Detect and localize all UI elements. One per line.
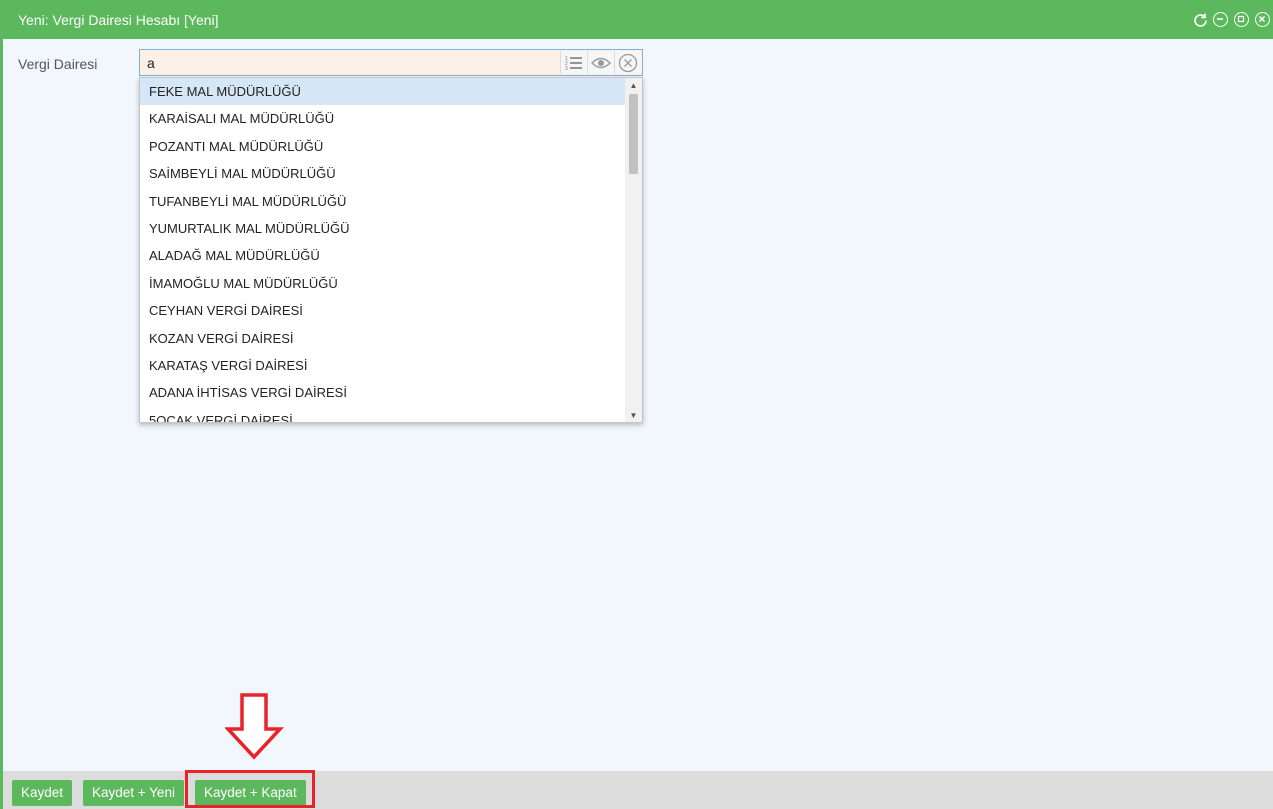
dropdown-option[interactable]: SAİMBEYLİ MAL MÜDÜRLÜĞÜ — [140, 160, 625, 187]
dialog-window: Yeni: Vergi Dairesi Hesabı [Yeni] Vergi … — [0, 0, 1273, 809]
dropdown-option[interactable]: KARATAŞ VERGİ DAİRESİ — [140, 352, 625, 379]
vergi-dairesi-input[interactable] — [140, 50, 560, 75]
dropdown-option[interactable]: KOZAN VERGİ DAİRESİ — [140, 325, 625, 352]
clear-icon[interactable] — [614, 51, 641, 74]
combo-buttons: 1 2 3 — [560, 51, 641, 74]
dropdown-option[interactable]: CEYHAN VERGİ DAİRESİ — [140, 297, 625, 324]
scrollbar-thumb[interactable] — [629, 94, 638, 174]
vergi-dairesi-combobox[interactable]: 1 2 3 — [139, 49, 643, 76]
dropdown-option[interactable]: KARAİSALI MAL MÜDÜRLÜĞÜ — [140, 105, 625, 132]
dropdown-option[interactable]: 5OCAK VERGİ DAİRESİ — [140, 407, 625, 422]
window-title: Yeni: Vergi Dairesi Hesabı [Yeni] — [18, 12, 219, 28]
dropdown-option[interactable]: ADANA İHTİSAS VERGİ DAİRESİ — [140, 379, 625, 406]
dropdown-option[interactable]: FEKE MAL MÜDÜRLÜĞÜ — [140, 78, 625, 106]
vergi-dairesi-label: Vergi Dairesi — [18, 56, 98, 72]
dropdown-list: FEKE MAL MÜDÜRLÜĞÜ KARAİSALI MAL MÜDÜRLÜĞ… — [140, 78, 625, 422]
maximize-icon[interactable] — [1234, 12, 1249, 27]
list-icon[interactable]: 1 2 3 — [560, 51, 587, 74]
save-button[interactable]: Kaydet — [12, 780, 73, 806]
dropdown-option[interactable]: POZANTI MAL MÜDÜRLÜĞÜ — [140, 133, 625, 160]
save-new-button[interactable]: Kaydet + Yeni — [83, 780, 184, 806]
title-bar[interactable]: Yeni: Vergi Dairesi Hesabı [Yeni] — [3, 0, 1273, 39]
minimize-icon[interactable] — [1213, 12, 1228, 27]
refresh-icon[interactable] — [1192, 12, 1207, 27]
highlight-box — [185, 770, 315, 808]
vergi-dairesi-dropdown: FEKE MAL MÜDÜRLÜĞÜ KARAİSALI MAL MÜDÜRLÜĞ… — [139, 77, 643, 423]
svg-text:3: 3 — [565, 66, 568, 72]
dropdown-option[interactable]: ALADAĞ MAL MÜDÜRLÜĞÜ — [140, 242, 625, 269]
window-controls — [1192, 12, 1270, 27]
down-arrow-icon — [225, 693, 285, 760]
scroll-down-arrow-icon[interactable]: ▼ — [625, 408, 642, 422]
dropdown-option[interactable]: İMAMOĞLU MAL MÜDÜRLÜĞÜ — [140, 270, 625, 297]
dropdown-scrollbar[interactable]: ▲ ▼ — [625, 78, 642, 422]
dropdown-option[interactable]: YUMURTALIK MAL MÜDÜRLÜĞÜ — [140, 215, 625, 242]
eye-icon[interactable] — [587, 51, 614, 74]
close-icon[interactable] — [1255, 12, 1270, 27]
dropdown-option[interactable]: TUFANBEYLİ MAL MÜDÜRLÜĞÜ — [140, 188, 625, 215]
scroll-up-arrow-icon[interactable]: ▲ — [625, 78, 642, 92]
